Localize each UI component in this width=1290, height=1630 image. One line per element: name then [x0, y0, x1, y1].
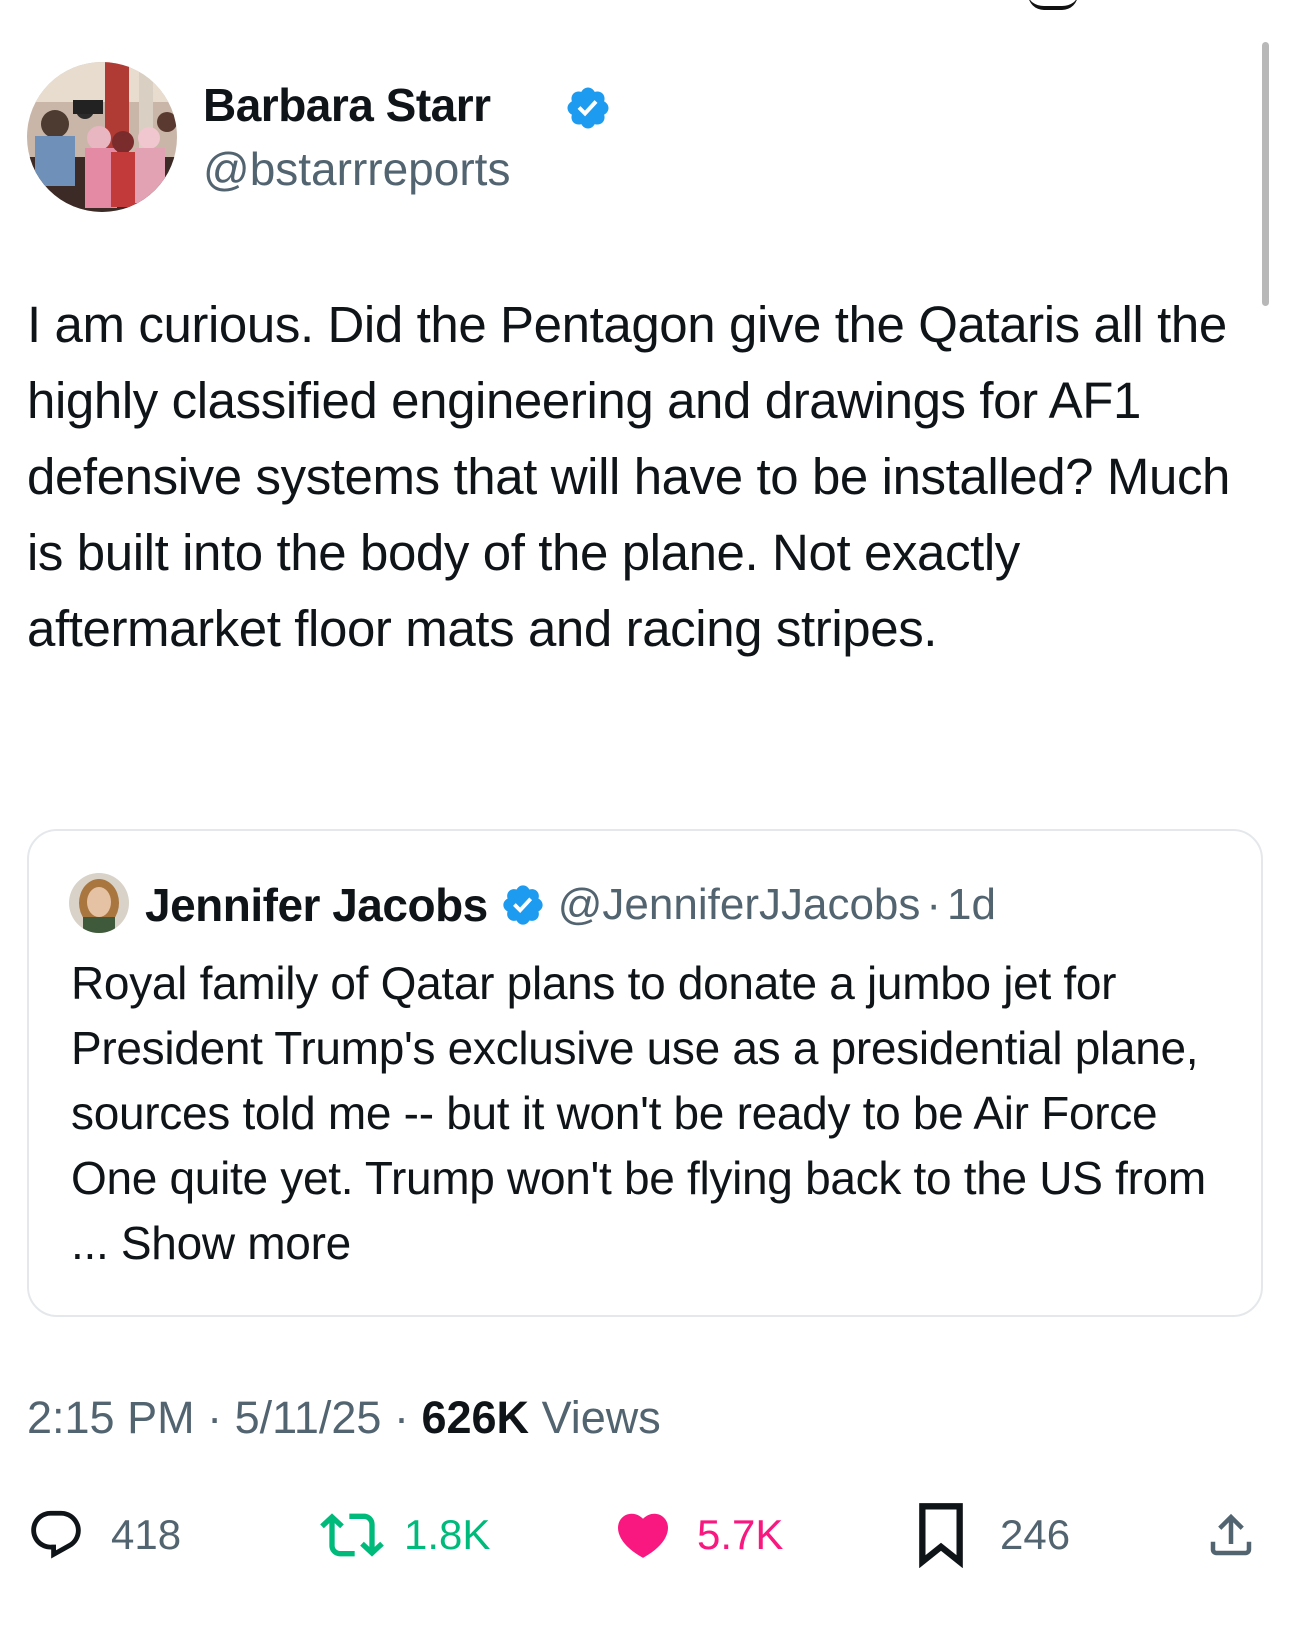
repost-count: 1.8K — [404, 1511, 491, 1558]
quoted-separator: · — [926, 880, 942, 929]
heart-icon — [617, 1513, 669, 1558]
quoted-tweet-text: Royal family of Qatar plans to donate a … — [71, 957, 1206, 1269]
quoted-author-handle: @JenniferJJacobs — [557, 880, 921, 929]
share-button[interactable] — [1204, 1500, 1258, 1570]
repost-icon — [320, 1513, 384, 1557]
bookmark-button[interactable]: 246 — [918, 1500, 1070, 1570]
quoted-author-avatar — [69, 873, 129, 933]
views-count[interactable]: 626K — [421, 1392, 529, 1443]
reply-count: 418 — [111, 1511, 182, 1558]
like-count: 5.7K — [697, 1511, 784, 1558]
quoted-author-name: Jennifer Jacobs — [145, 879, 488, 931]
bookmark-icon — [919, 1503, 963, 1568]
action-bar: 418 1.8K 5.7K 246 — [0, 1500, 1290, 1570]
like-button[interactable]: 5.7K — [613, 1500, 783, 1570]
quoted-timestamp: 1d — [947, 880, 996, 929]
share-icon — [1210, 1513, 1252, 1556]
quoted-verified-badge-icon — [503, 885, 543, 925]
meta-separator: · — [393, 1392, 409, 1443]
bookmark-count: 246 — [1000, 1511, 1071, 1558]
tweet-date: 5/11/25 — [234, 1392, 382, 1443]
tweet-header: Barbara Starr @bstarrreports — [27, 62, 667, 214]
repost-button[interactable]: 1.8K — [320, 1500, 490, 1570]
author-handle[interactable]: @bstarrreports — [203, 142, 510, 196]
verified-badge-icon — [567, 87, 609, 129]
reply-icon — [31, 1510, 81, 1559]
meta-separator: · — [207, 1392, 223, 1443]
tweet-meta: 2:15 PM · 5/11/25 · 626K Views — [27, 1392, 661, 1444]
views-label[interactable]: Views — [542, 1392, 661, 1443]
top-edge-fragment — [1028, 0, 1078, 10]
reply-button[interactable]: 418 — [27, 1500, 181, 1570]
quoted-tweet-card[interactable]: Jennifer Jacobs @JenniferJJacobs · 1d Ro… — [27, 829, 1263, 1317]
author-name[interactable]: Barbara Starr — [203, 78, 491, 132]
tweet-time: 2:15 PM — [27, 1392, 195, 1443]
author-avatar[interactable] — [27, 62, 177, 212]
tweet-text: I am curious. Did the Pentagon give the … — [27, 296, 1231, 657]
quoted-tweet-header: Jennifer Jacobs @JenniferJJacobs · 1d — [145, 875, 996, 935]
scrollbar[interactable] — [1262, 42, 1269, 306]
